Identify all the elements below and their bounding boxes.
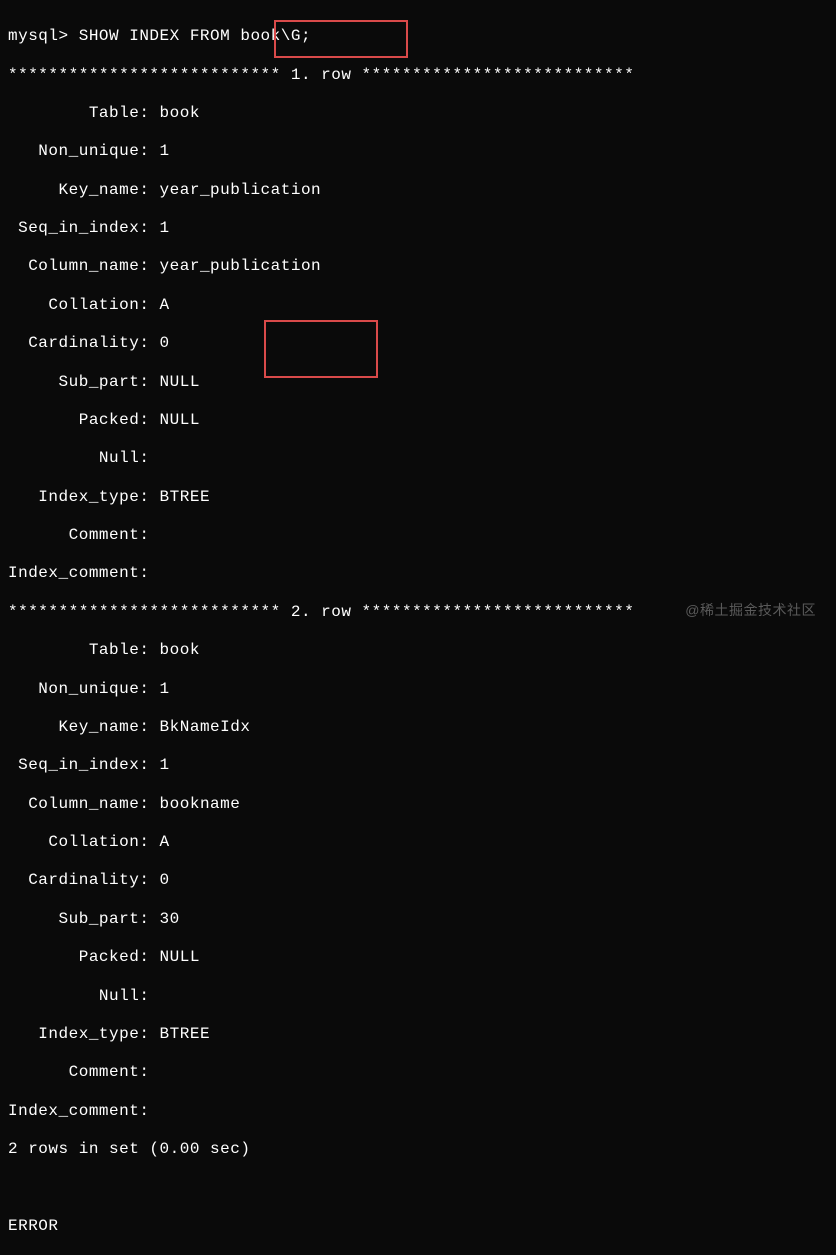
terminal-output: mysql> SHOW INDEX FROM book\G; *********… [8,8,828,1255]
watermark-text: @稀土掘金技术社区 [685,602,816,619]
row1-null: Null: [8,449,828,468]
row1-indextype: Index_type: BTREE [8,488,828,507]
row2-null: Null: [8,987,828,1006]
row2-table: Table: book [8,641,828,660]
row1-keyname: Key_name: year_publication [8,181,828,200]
row2-subpart: Sub_part: 30 [8,910,828,929]
row1-nonunique: Non_unique: 1 [8,142,828,161]
row1-cardinality: Cardinality: 0 [8,334,828,353]
result-footer: 2 rows in set (0.00 sec) [8,1140,828,1159]
row2-nonunique: Non_unique: 1 [8,680,828,699]
row2-packed: Packed: NULL [8,948,828,967]
row1-columnname: Column_name: year_publication [8,257,828,276]
prompt-line: mysql> SHOW INDEX FROM book\G; [8,27,828,46]
row2-comment: Comment: [8,1063,828,1082]
row2-columnname: Column_name: bookname [8,795,828,814]
blank-line [8,1178,828,1197]
row2-indexcomment: Index_comment: [8,1102,828,1121]
row1-subpart: Sub_part: NULL [8,373,828,392]
row2-collation: Collation: A [8,833,828,852]
row2-keyname: Key_name: BkNameIdx [8,718,828,737]
row2-indextype: Index_type: BTREE [8,1025,828,1044]
row1-collation: Collation: A [8,296,828,315]
row1-separator: *************************** 1. row *****… [8,66,828,85]
row1-indexcomment: Index_comment: [8,564,828,583]
error-line: ERROR [8,1217,828,1236]
row2-seqinindex: Seq_in_index: 1 [8,756,828,775]
row2-cardinality: Cardinality: 0 [8,871,828,890]
row1-comment: Comment: [8,526,828,545]
row1-packed: Packed: NULL [8,411,828,430]
row1-table: Table: book [8,104,828,123]
row1-seqinindex: Seq_in_index: 1 [8,219,828,238]
